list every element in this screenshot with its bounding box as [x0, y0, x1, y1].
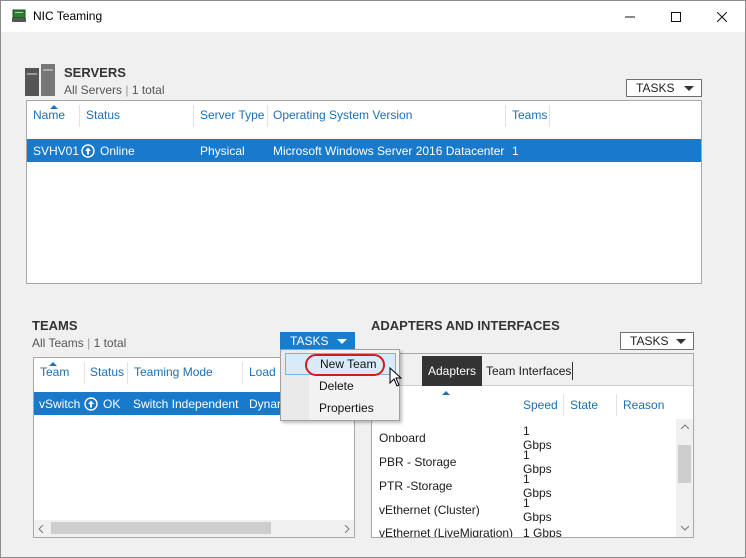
chevron-down-icon: [337, 339, 347, 344]
window-title: NIC Teaming: [33, 9, 103, 23]
close-button[interactable]: [699, 1, 745, 32]
team-load-cell: Dynar: [249, 396, 282, 411]
teams-col-teaming-mode[interactable]: Teaming Mode: [134, 358, 244, 386]
team-status-cell: OK: [84, 392, 120, 415]
adapter-name: vEthernet (LiveMigration): [379, 526, 514, 537]
teams-col-team[interactable]: Team: [40, 358, 80, 386]
teams-subtitle: All Teams | 1 total: [32, 336, 127, 350]
title-bar: NIC Teaming: [1, 1, 745, 32]
teams-col-status[interactable]: Status: [90, 358, 130, 386]
servers-col-os-version[interactable]: Operating System Version: [273, 101, 503, 129]
teams-tasks-button[interactable]: TASKS: [280, 332, 355, 350]
server-type-cell: Physical: [200, 143, 245, 158]
server-status-cell: Online: [81, 139, 135, 162]
servers-icon: [25, 64, 55, 96]
adapter-speed: 1 Gbps: [523, 496, 552, 524]
new-team-highlight-annotation: [305, 354, 385, 376]
chevron-down-icon: [684, 86, 694, 91]
tab-adapters[interactable]: Adapters: [422, 356, 483, 386]
column-separator: [127, 362, 128, 384]
teams-subtitle-count: 1 total: [93, 336, 127, 350]
teams-subtitle-scope: All Teams: [32, 336, 84, 350]
column-separator: [193, 105, 194, 127]
adapter-name: PTR -Storage: [379, 479, 453, 493]
scroll-left-icon[interactable]: [38, 525, 44, 533]
column-separator: [84, 362, 85, 384]
menu-item-properties[interactable]: Properties: [285, 397, 396, 419]
scroll-right-icon[interactable]: [344, 525, 350, 533]
column-separator: [563, 394, 564, 416]
servers-col-status[interactable]: Status: [86, 101, 186, 129]
column-separator: [616, 394, 617, 416]
column-separator: [242, 362, 243, 384]
server-teams-cell: 1: [512, 143, 519, 158]
scroll-down-icon[interactable]: [681, 525, 689, 531]
servers-col-teams[interactable]: Teams: [512, 101, 572, 129]
nic-teaming-app-icon: [12, 9, 26, 22]
tab-team-interfaces[interactable]: Team Interfaces: [480, 356, 577, 386]
team-name-cell: vSwitch: [39, 396, 81, 411]
scroll-up-icon[interactable]: [681, 424, 689, 430]
servers-panel: Name Status Server Type Operating System…: [26, 100, 702, 284]
servers-col-server-type[interactable]: Server Type: [200, 101, 270, 129]
servers-subtitle-count: 1 total: [131, 83, 165, 97]
table-row[interactable]: SVHV01 Online Physical Microsoft Windows…: [27, 139, 701, 162]
adapters-col-state[interactable]: State: [570, 391, 598, 419]
column-separator: [549, 105, 550, 127]
server-status-label: Online: [100, 143, 135, 158]
adapters-panel: Adapters Team Interfaces Speed State Rea…: [371, 353, 694, 538]
servers-subtitle: All Servers | 1 total: [64, 83, 165, 97]
adapters-tab-strip: Adapters Team Interfaces: [372, 354, 693, 386]
minimize-icon: [625, 16, 635, 17]
teams-horizontal-scrollbar[interactable]: [34, 520, 354, 537]
column-separator: [79, 105, 80, 127]
chevron-down-icon: [676, 339, 686, 344]
adapters-col-speed[interactable]: Speed: [523, 391, 558, 419]
adapters-tasks-label: TASKS: [630, 334, 669, 348]
nic-teaming-window: NIC Teaming SERVERS All Servers | 1 tota…: [0, 0, 746, 558]
tab-divider: [572, 362, 573, 380]
adapters-title: ADAPTERS AND INTERFACES: [371, 318, 560, 333]
mouse-pointer-icon: [389, 367, 403, 387]
online-arrow-up-icon: [81, 143, 95, 158]
servers-title: SERVERS: [64, 65, 126, 80]
adapters-tasks-button[interactable]: TASKS: [620, 332, 694, 350]
teams-tasks-label: TASKS: [290, 334, 329, 348]
teams-title: TEAMS: [32, 318, 78, 333]
vertical-scroll-thumb[interactable]: [678, 445, 691, 483]
maximize-icon: [671, 11, 681, 22]
close-icon: [717, 11, 727, 22]
column-separator: [267, 105, 268, 127]
horizontal-scroll-thumb[interactable]: [51, 522, 271, 534]
adapters-vertical-scrollbar[interactable]: [676, 419, 693, 537]
sort-ascending-icon: [442, 391, 450, 395]
minimize-button[interactable]: [607, 1, 653, 32]
adapters-col-reason[interactable]: Reason: [623, 391, 664, 419]
team-mode-cell: Switch Independent: [133, 396, 239, 411]
adapter-name: PBR - Storage: [379, 455, 457, 469]
team-status-label: OK: [103, 396, 121, 411]
server-os-cell: Microsoft Windows Server 2016 Datacenter: [273, 143, 505, 158]
server-name-cell: SVHV01: [33, 143, 80, 158]
menu-item-delete[interactable]: Delete: [285, 375, 396, 397]
servers-tasks-button[interactable]: TASKS: [626, 79, 702, 97]
adapter-name: Onboard: [379, 431, 426, 445]
list-item-clipped[interactable]: vEthernet (LiveMigration) 1 Gbps: [379, 522, 675, 537]
maximize-button[interactable]: [653, 1, 699, 32]
ok-arrow-up-icon: [84, 396, 98, 411]
column-separator: [505, 105, 506, 127]
servers-subtitle-scope: All Servers: [64, 83, 123, 97]
adapter-speed: 1 Gbps: [523, 526, 562, 537]
adapter-name: vEthernet (Cluster): [379, 503, 480, 517]
servers-tasks-label: TASKS: [636, 81, 675, 95]
servers-col-name[interactable]: Name: [33, 101, 83, 129]
